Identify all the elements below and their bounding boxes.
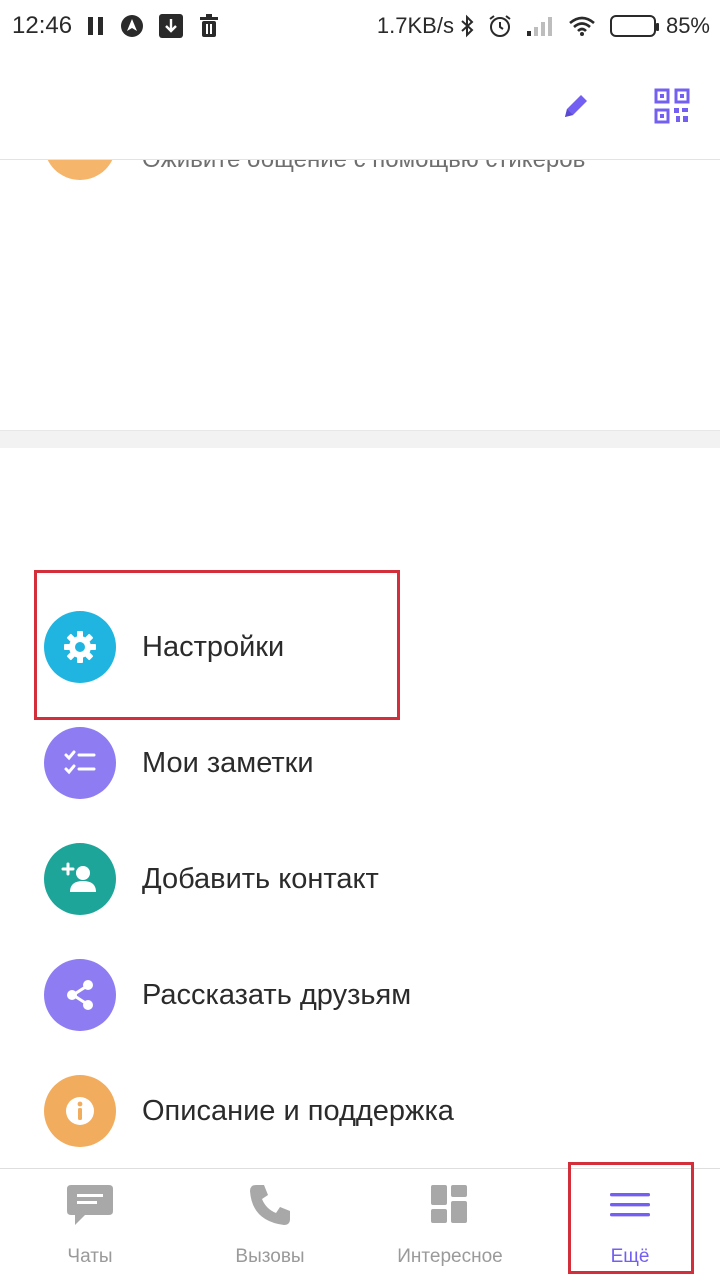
share-icon <box>44 959 116 1031</box>
navigation-icon <box>120 14 144 38</box>
tab-label: Ещё <box>610 1246 650 1267</box>
battery-percent: 85% <box>665 13 710 38</box>
menu-icon <box>606 1181 654 1234</box>
app-bar <box>0 52 720 160</box>
menu-item-label: Мои заметки <box>142 746 314 779</box>
menu-item-support[interactable]: Описание и поддержка <box>0 1056 720 1166</box>
menu-item-label: Рассказать друзьям <box>142 978 412 1011</box>
section-divider <box>0 430 720 448</box>
tab-more[interactable]: Ещё <box>540 1169 720 1280</box>
signal-icon <box>526 15 554 37</box>
wifi-icon <box>568 15 596 37</box>
pause-icon <box>86 15 106 37</box>
sticker-promo-icon <box>44 160 116 180</box>
bluetooth-icon <box>460 14 474 38</box>
download-icon <box>158 13 184 39</box>
tab-chats[interactable]: Чаты <box>0 1169 180 1280</box>
alarm-icon <box>488 14 512 38</box>
tab-calls[interactable]: Вызовы <box>180 1169 360 1280</box>
add-person-icon <box>44 843 116 915</box>
tab-label: Интересное <box>397 1246 503 1267</box>
trash-icon <box>198 14 220 38</box>
gear-icon <box>44 611 116 683</box>
menu-item-share[interactable]: Рассказать друзьям <box>0 940 720 1050</box>
scrolled-content: Оживите общение с помощью стикеров <box>0 160 720 430</box>
edit-button[interactable] <box>552 84 600 132</box>
info-icon <box>44 1075 116 1147</box>
menu-item-label: Описание и поддержка <box>142 1094 454 1127</box>
edit-icon <box>559 89 593 128</box>
battery-icon <box>609 15 659 37</box>
screen: 12:46 1.7KB/s 85% Настройки Мои заметки … <box>0 0 720 1280</box>
tab-label: Вызовы <box>235 1246 305 1267</box>
sticker-promo-text: Оживите общение с помощью стикеров <box>142 160 585 174</box>
menu-item-settings[interactable]: Настройки <box>0 592 720 702</box>
phone-icon <box>246 1181 294 1234</box>
chat-icon <box>65 1181 115 1234</box>
qr-code-icon <box>654 88 690 129</box>
menu-item-add-contact[interactable]: Добавить контакт <box>0 824 720 934</box>
tab-label: Чаты <box>67 1246 113 1267</box>
tab-explore[interactable]: Интересное <box>360 1169 540 1280</box>
qr-code-button[interactable] <box>648 84 696 132</box>
status-time: 12:46 <box>12 12 73 39</box>
status-bar: 12:46 1.7KB/s 85% <box>0 0 720 52</box>
checklist-icon <box>44 727 116 799</box>
explore-grid-icon <box>427 1181 473 1234</box>
menu-item-notes[interactable]: Мои заметки <box>0 708 720 818</box>
bottom-navigation: Чаты Вызовы Интересное Ещё <box>0 1168 720 1280</box>
menu-item-label: Добавить контакт <box>142 862 379 895</box>
menu-item-label: Настройки <box>142 630 285 663</box>
network-speed: 1.7KB/s <box>376 13 454 38</box>
